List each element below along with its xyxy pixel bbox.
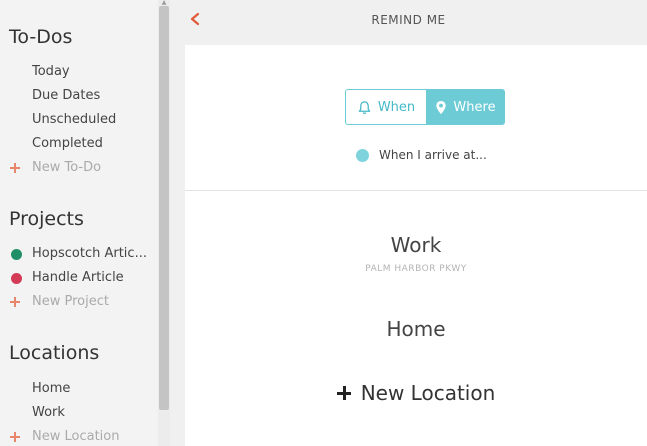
where-label: Where [453, 99, 496, 115]
page-title: REMIND ME [371, 13, 446, 27]
sidebar-item-today[interactable]: Today [32, 64, 70, 79]
sidebar-item-completed[interactable]: Completed [32, 136, 103, 151]
when-toggle-button[interactable]: When [345, 89, 426, 125]
new-location-sidebar-button[interactable]: New Location [32, 429, 119, 444]
plus-icon [10, 297, 20, 307]
new-project-button[interactable]: New Project [32, 294, 109, 309]
arrive-trigger-label: When I arrive at... [379, 148, 487, 162]
sidebar: To-Dos Today Due Dates Unscheduled Compl… [0, 0, 158, 446]
where-toggle-button[interactable]: Where [426, 89, 505, 125]
plus-icon [10, 163, 20, 173]
sidebar-scrollbar[interactable]: ▲ [158, 0, 170, 446]
locations-section-title: Locations [9, 342, 100, 364]
location-work[interactable]: Work [185, 233, 647, 257]
new-location-label: New Location [360, 381, 496, 405]
todos-section-title: To-Dos [9, 26, 73, 48]
plus-icon [336, 386, 351, 400]
sidebar-item-unscheduled[interactable]: Unscheduled [32, 112, 116, 127]
sidebar-item-due-dates[interactable]: Due Dates [32, 88, 100, 103]
project-color-dot [11, 249, 22, 260]
when-label: When [377, 99, 416, 115]
sidebar-item-work[interactable]: Work [32, 405, 65, 420]
map-pin-icon [436, 100, 447, 114]
location-home[interactable]: Home [185, 317, 647, 341]
project-color-dot [11, 273, 22, 284]
arrive-radio[interactable] [356, 149, 369, 162]
sidebar-item-home[interactable]: Home [32, 381, 70, 396]
new-location-button[interactable]: New Location [185, 381, 647, 405]
bell-icon [358, 100, 371, 114]
new-todo-button[interactable]: New To-Do [32, 160, 101, 175]
sidebar-item-hopscotch-article[interactable]: Hopscotch Artic... [32, 246, 147, 261]
scrollbar-thumb[interactable] [159, 6, 169, 410]
projects-section-title: Projects [9, 208, 84, 230]
plus-icon [10, 432, 20, 442]
location-work-address: PALM HARBOR PKWY [365, 264, 467, 274]
sidebar-item-handle-article[interactable]: Handle Article [32, 270, 124, 285]
